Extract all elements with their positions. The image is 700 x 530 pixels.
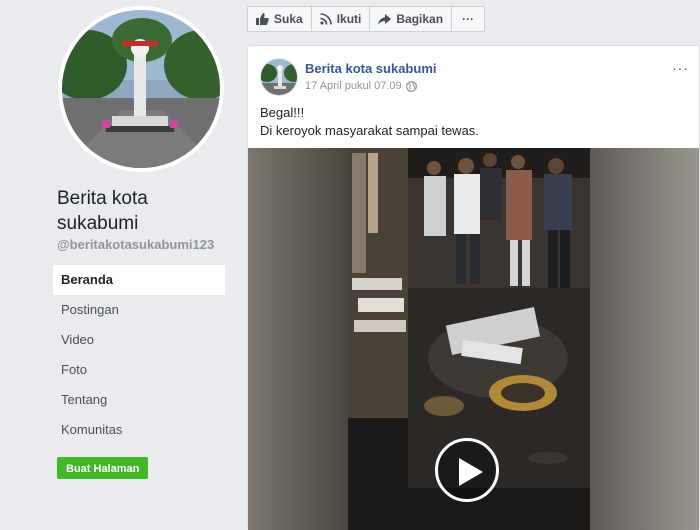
- like-icon: [256, 13, 269, 25]
- profile-picture[interactable]: [62, 10, 220, 168]
- nav-item-postingan[interactable]: Postingan: [53, 295, 225, 325]
- nav-item-video[interactable]: Video: [53, 325, 225, 355]
- nav-item-komunitas[interactable]: Komunitas: [53, 415, 225, 445]
- play-icon: [459, 458, 483, 486]
- post-message-line-1: Begal!!!: [260, 105, 305, 120]
- share-label: Bagikan: [396, 12, 444, 26]
- share-button[interactable]: Bagikan: [369, 6, 453, 32]
- profile-picture-frame[interactable]: [58, 6, 224, 172]
- nav-item-tentang[interactable]: Tentang: [53, 385, 225, 415]
- page-action-bar: Suka Ikuti Bagikan ···: [247, 6, 486, 32]
- post-card: Berita kota sukabumi 17 April pukul 07.0…: [247, 45, 700, 530]
- nav-item-foto[interactable]: Foto: [53, 355, 225, 385]
- share-icon: [378, 13, 392, 25]
- post-timestamp[interactable]: 17 April pukul 07.09: [305, 80, 417, 92]
- nav-item-beranda[interactable]: Beranda: [53, 265, 225, 295]
- video-player[interactable]: [248, 148, 699, 530]
- rss-icon: [320, 13, 332, 25]
- follow-label: Ikuti: [336, 12, 362, 26]
- post-author-avatar[interactable]: [260, 58, 298, 96]
- like-button[interactable]: Suka: [247, 6, 312, 32]
- left-sidebar: Berita kota sukabumi @beritakotasukabumi…: [0, 0, 236, 530]
- play-button[interactable]: [435, 438, 499, 502]
- more-options-button[interactable]: ···: [451, 6, 486, 32]
- page-nav: Beranda Postingan Video Foto Tentang Kom…: [53, 265, 225, 445]
- page-username: @beritakotasukabumi123: [57, 237, 215, 252]
- post-message-line-2: Di keroyok masyarakat sampai tewas.: [260, 123, 479, 138]
- follow-button[interactable]: Ikuti: [310, 6, 371, 32]
- create-page-button[interactable]: Buat Halaman: [57, 457, 149, 479]
- globe-icon: [405, 80, 417, 92]
- post-time-text: 17 April pukul 07.09: [305, 80, 402, 92]
- post-options-button[interactable]: ···: [672, 60, 689, 76]
- post-author-name[interactable]: Berita kota sukabumi: [305, 61, 437, 76]
- post-message: Begal!!! Di keroyok masyarakat sampai te…: [260, 104, 479, 140]
- like-label: Suka: [274, 12, 303, 26]
- more-options-label: ···: [462, 12, 475, 26]
- page-title[interactable]: Berita kota sukabumi: [57, 186, 232, 236]
